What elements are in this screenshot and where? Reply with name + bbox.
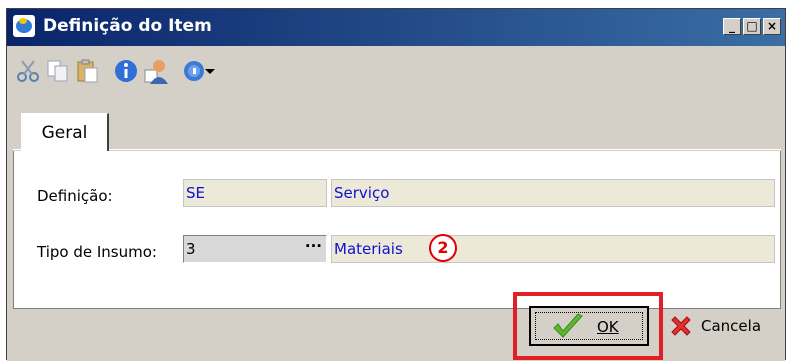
toolbar xyxy=(7,46,785,98)
tabstrip-divider xyxy=(13,149,781,150)
cancel-x-icon xyxy=(671,316,691,336)
window-title: Definição do Item xyxy=(43,16,212,36)
title-bar[interactable]: Definição do Item _ □ × xyxy=(7,9,785,46)
app-icon xyxy=(13,15,35,37)
tipo-insumo-description-value: Materiais xyxy=(334,240,403,258)
copy-icon[interactable] xyxy=(45,58,71,84)
cancel-button[interactable]: Cancela xyxy=(663,306,785,346)
tipo-insumo-code-input[interactable]: 3 ··· xyxy=(183,235,327,263)
paste-icon[interactable] xyxy=(75,58,101,84)
tipo-insumo-description-field: Materiais xyxy=(331,235,775,263)
cancel-button-label: Cancela xyxy=(701,317,762,335)
tipo-insumo-label: Tipo de Insumo: xyxy=(37,243,157,261)
cut-icon[interactable] xyxy=(15,58,41,84)
user-icon[interactable] xyxy=(143,58,169,84)
dropdown-arrow-icon[interactable] xyxy=(203,58,217,84)
step-callout-badge: 2 xyxy=(429,234,457,262)
minimize-button[interactable]: _ xyxy=(723,18,741,35)
definicao-description-field: Serviço xyxy=(331,179,775,207)
tab-geral[interactable]: Geral xyxy=(21,113,109,152)
lookup-ellipsis-button[interactable]: ··· xyxy=(305,236,322,259)
ok-button-highlight-annotation xyxy=(513,292,663,360)
close-button[interactable]: × xyxy=(763,18,781,35)
info-icon[interactable] xyxy=(113,58,139,84)
tipo-insumo-code-value: 3 xyxy=(186,240,196,258)
form-panel xyxy=(13,151,781,309)
definicao-label: Definição: xyxy=(37,187,113,205)
dialog-window: Definição do Item _ □ × Geral Definição:… xyxy=(6,8,786,361)
definicao-code-field[interactable]: SE xyxy=(183,179,327,207)
maximize-button[interactable]: □ xyxy=(743,18,761,35)
